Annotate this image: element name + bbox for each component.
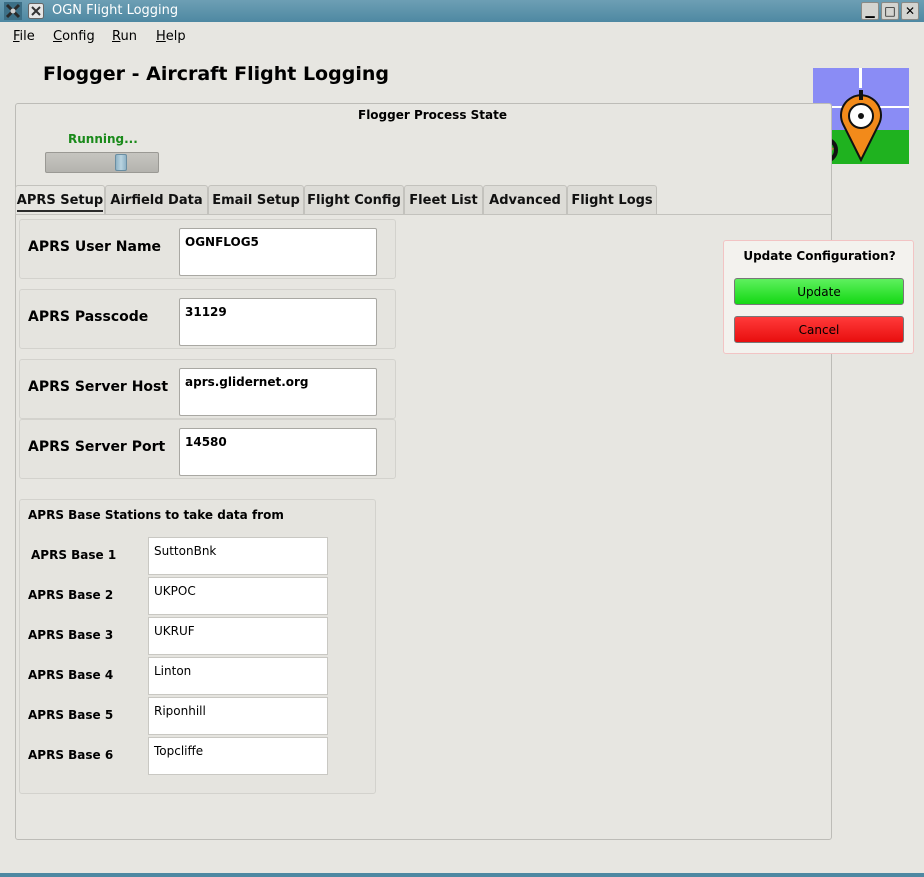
tab-advanced[interactable]: Advanced: [483, 185, 567, 214]
menu-run[interactable]: Run: [112, 29, 137, 44]
base-1-input[interactable]: SuttonBnk: [148, 537, 328, 575]
close-button[interactable]: ✕: [901, 2, 919, 20]
tab-airfield-data[interactable]: Airfield Data: [105, 185, 208, 214]
menu-file[interactable]: File: [13, 29, 35, 44]
passcode-label: APRS Passcode: [28, 309, 149, 325]
process-status-label: Running...: [68, 132, 138, 146]
base-1-label: APRS Base 1: [31, 548, 117, 562]
field-group-server-host: APRS Server Host aprs.glidernet.org: [19, 359, 396, 419]
server-port-label: APRS Server Port: [28, 439, 166, 455]
tab-fleet-list[interactable]: Fleet List: [404, 185, 483, 214]
passcode-input[interactable]: 31129: [179, 298, 377, 346]
base-stations-group: APRS Base Stations to take data from APR…: [19, 499, 376, 794]
window-bottom-border: [0, 873, 924, 877]
window-menu-icon[interactable]: [28, 3, 44, 19]
tab-flight-config[interactable]: Flight Config: [304, 185, 404, 214]
process-state-heading: Flogger Process State: [358, 108, 507, 122]
cancel-button[interactable]: Cancel: [734, 316, 904, 343]
menubar: File Config Run Help: [0, 24, 924, 48]
update-button[interactable]: Update: [734, 278, 904, 305]
tab-aprs-setup[interactable]: APRS Setup: [15, 185, 105, 214]
minimize-button[interactable]: ▁: [861, 2, 879, 20]
base-3-input[interactable]: UKRUF: [148, 617, 328, 655]
app-icon[interactable]: [4, 2, 22, 20]
update-configuration-title: Update Configuration?: [743, 249, 896, 263]
window-titlebar: OGN Flight Logging ▁ □ ✕: [0, 0, 924, 22]
field-group-user-name: APRS User Name OGNFLOG5: [19, 219, 396, 279]
user-name-label: APRS User Name: [28, 239, 162, 255]
base-4-label: APRS Base 4: [28, 668, 114, 682]
tab-flight-logs[interactable]: Flight Logs: [567, 185, 657, 214]
update-configuration-panel: Update Configuration? Update Cancel: [723, 240, 914, 354]
field-group-passcode: APRS Passcode 31129: [19, 289, 396, 349]
base-5-input[interactable]: Riponhill: [148, 697, 328, 735]
base-5-label: APRS Base 5: [28, 708, 114, 722]
server-host-label: APRS Server Host: [28, 379, 169, 395]
menu-help[interactable]: Help: [156, 29, 186, 44]
base-stations-title: APRS Base Stations to take data from: [28, 508, 284, 522]
base-2-input[interactable]: UKPOC: [148, 577, 328, 615]
maximize-button[interactable]: □: [881, 2, 899, 20]
menu-config[interactable]: Config: [53, 29, 95, 44]
server-port-input[interactable]: 14580: [179, 428, 377, 476]
base-2-label: APRS Base 2: [28, 588, 114, 602]
user-name-input[interactable]: OGNFLOG5: [179, 228, 377, 276]
base-3-label: APRS Base 3: [28, 628, 114, 642]
window-title: OGN Flight Logging: [52, 3, 179, 18]
tab-email-setup[interactable]: Email Setup: [208, 185, 304, 214]
base-4-input[interactable]: Linton: [148, 657, 328, 695]
field-group-server-port: APRS Server Port 14580: [19, 419, 396, 479]
process-toggle-slider[interactable]: [45, 152, 159, 173]
base-6-label: APRS Base 6: [28, 748, 114, 762]
base-6-input[interactable]: Topcliffe: [148, 737, 328, 775]
tab-divider: [15, 214, 832, 215]
page-title: Flogger - Aircraft Flight Logging: [43, 63, 389, 85]
slider-handle[interactable]: [115, 154, 127, 171]
server-host-input[interactable]: aprs.glidernet.org: [179, 368, 377, 416]
